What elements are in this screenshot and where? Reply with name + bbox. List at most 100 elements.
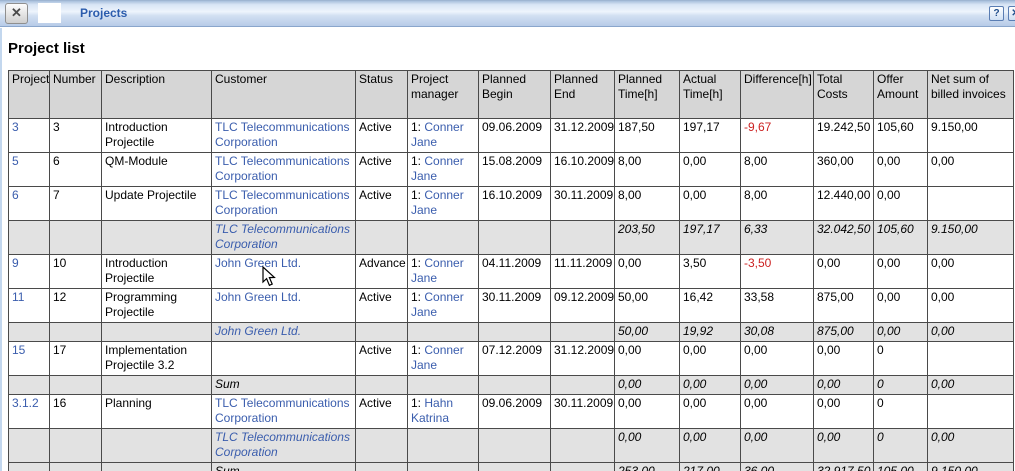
- cell-planned-time: 0,00: [615, 395, 680, 429]
- cell-net-sum: 0,00: [928, 323, 1014, 342]
- customer-link[interactable]: TLC Telecommunications Corporation: [215, 188, 350, 217]
- cell-planned-time: 50,00: [615, 323, 680, 342]
- column-header-begin: Planned Begin: [479, 71, 551, 119]
- table-row: 5 6QM-ModuleTLC Telecommunications Corpor…: [9, 153, 1014, 187]
- cell-status: [356, 221, 408, 255]
- left-border-strip: [0, 28, 2, 471]
- cell-total-costs: 32.042,50: [814, 221, 874, 255]
- cell-project-manager: [408, 376, 479, 395]
- cell-customer: John Green Ltd.: [212, 289, 356, 323]
- project-link[interactable]: 6: [12, 188, 19, 202]
- cell-customer: TLC Telecommunications Corporation: [212, 119, 356, 153]
- project-link[interactable]: 9: [12, 256, 19, 270]
- cell-actual-time: 0,00: [680, 153, 741, 187]
- customer-link[interactable]: TLC Telecommunications Corporation: [215, 154, 350, 183]
- cell-actual-time: 19,92: [680, 323, 741, 342]
- cell-total-costs: 0,00: [814, 395, 874, 429]
- panel-close-button[interactable]: ✕: [5, 3, 28, 24]
- cell-project: 3.1.2: [9, 395, 50, 429]
- cell-total-costs: 0,00: [814, 429, 874, 463]
- cell-planned-end: 16.10.2009: [551, 153, 615, 187]
- column-header-planned: Planned Time[h]: [615, 71, 680, 119]
- cell-difference: 8,00: [741, 187, 814, 221]
- cell-planned-begin: 07.12.2009: [479, 342, 551, 376]
- cell-status: [356, 323, 408, 342]
- cell-status: Advance: [356, 255, 408, 289]
- cell-planned-begin: [479, 376, 551, 395]
- project-link[interactable]: 15: [12, 343, 25, 357]
- cell-offer-amount: 0,00: [874, 323, 928, 342]
- cell-total-costs: 875,00: [814, 323, 874, 342]
- cell-net-sum: 0,00: [928, 376, 1014, 395]
- table-row: 1517Implementation Projectile 3.2Active1…: [9, 342, 1014, 376]
- cell-number: [50, 429, 102, 463]
- cell-customer: TLC Telecommunications Corporation: [212, 153, 356, 187]
- cell-difference: 36,00: [741, 463, 814, 471]
- cell-planned-end: 31.12.2009: [551, 119, 615, 153]
- cell-planned-begin: [479, 221, 551, 255]
- column-header-offer: Offer Amount: [874, 71, 928, 119]
- column-header-status: Status: [356, 71, 408, 119]
- column-header-project: Project: [9, 71, 50, 119]
- cell-offer-amount: 0: [874, 376, 928, 395]
- cell-description: [102, 463, 212, 471]
- customer-link[interactable]: John Green Ltd.: [215, 256, 301, 270]
- cell-net-sum: 0,00: [928, 255, 1014, 289]
- window-close-button[interactable]: ✕: [1008, 6, 1015, 21]
- customer-link[interactable]: John Green Ltd.: [215, 290, 301, 304]
- cell-offer-amount: 0: [874, 395, 928, 429]
- cell-project: [9, 463, 50, 471]
- cell-customer: Sum: [212, 463, 356, 471]
- cell-difference: 6,33: [741, 221, 814, 255]
- cell-description: Introduction Projectile: [102, 119, 212, 153]
- cell-offer-amount: 0: [874, 429, 928, 463]
- cell-project: [9, 376, 50, 395]
- cell-project: 5: [9, 153, 50, 187]
- cell-net-sum: 0,00: [928, 153, 1014, 187]
- cell-customer: TLC Telecommunications Corporation: [212, 221, 356, 255]
- cell-description: Implementation Projectile 3.2: [102, 342, 212, 376]
- cell-planned-end: [551, 221, 615, 255]
- cell-total-costs: 0,00: [814, 376, 874, 395]
- project-link[interactable]: 5: [12, 154, 19, 168]
- cell-difference: 0,00: [741, 395, 814, 429]
- cell-actual-time: 0,00: [680, 395, 741, 429]
- window-icon-placeholder: [38, 3, 61, 23]
- customer-link[interactable]: TLC Telecommunications Corporation: [215, 396, 350, 425]
- cell-description: [102, 429, 212, 463]
- cell-planned-end: [551, 463, 615, 471]
- column-header-actual: Actual Time[h]: [680, 71, 741, 119]
- cell-description: QM-Module: [102, 153, 212, 187]
- cell-number: 17: [50, 342, 102, 376]
- project-link[interactable]: 11: [12, 290, 24, 304]
- cell-net-sum: [928, 395, 1014, 429]
- cell-net-sum: 0,00: [928, 289, 1014, 323]
- cell-planned-time: 0,00: [615, 429, 680, 463]
- table-row: 67Update ProjectileTLC Telecommunication…: [9, 187, 1014, 221]
- table-row: Sum253,00217,0036,0032.917,50105,009.150…: [9, 463, 1014, 471]
- help-button[interactable]: ?: [989, 6, 1004, 21]
- cell-planned-time: 187,50: [615, 119, 680, 153]
- project-link[interactable]: 3.1.2: [12, 396, 39, 410]
- cell-offer-amount: 0,00: [874, 255, 928, 289]
- cell-planned-time: 203,50: [615, 221, 680, 255]
- cell-status: [356, 429, 408, 463]
- customer-link[interactable]: TLC Telecommunications Corporation: [215, 120, 350, 149]
- cell-customer: TLC Telecommunications Corporation: [212, 187, 356, 221]
- column-header-end: Planned End: [551, 71, 615, 119]
- cell-number: 6: [50, 153, 102, 187]
- subtotal-customer-label: TLC Telecommunications Corporation: [215, 430, 350, 459]
- cell-number: 3: [50, 119, 102, 153]
- cell-planned-time: 0,00: [615, 342, 680, 376]
- cell-actual-time: 16,42: [680, 289, 741, 323]
- cell-project: 15: [9, 342, 50, 376]
- cell-project-manager: 1: Conner Jane: [408, 255, 479, 289]
- cell-planned-time: 0,00: [615, 255, 680, 289]
- column-header-costs: Total Costs: [814, 71, 874, 119]
- cell-net-sum: 9.150,00: [928, 119, 1014, 153]
- cell-customer: TLC Telecommunications Corporation: [212, 429, 356, 463]
- project-link[interactable]: 3: [12, 120, 19, 134]
- manager-prefix: 1:: [411, 256, 421, 270]
- cell-planned-end: 31.12.2009: [551, 342, 615, 376]
- cell-total-costs: 875,00: [814, 289, 874, 323]
